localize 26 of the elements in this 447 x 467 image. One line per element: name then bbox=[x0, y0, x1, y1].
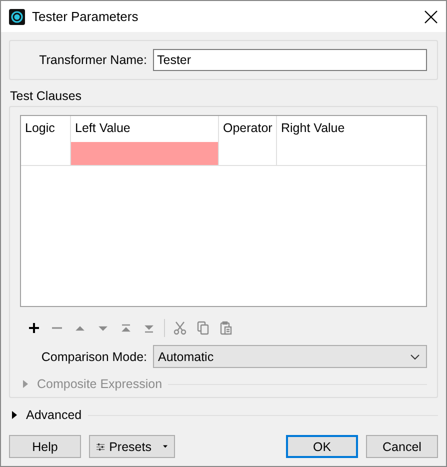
chevron-down-icon bbox=[410, 354, 420, 360]
table-cell[interactable] bbox=[71, 142, 218, 165]
column-header: Right Value bbox=[280, 120, 346, 137]
column-header: Operator bbox=[222, 120, 274, 137]
copy-icon bbox=[196, 321, 210, 335]
close-icon[interactable] bbox=[424, 10, 438, 24]
field-label: Comparison Mode: bbox=[41, 350, 147, 364]
expand-icon bbox=[22, 380, 29, 388]
expand-icon bbox=[11, 411, 18, 419]
comparison-mode-dropdown[interactable]: Automatic bbox=[153, 345, 427, 368]
dialog-button[interactable]: Presets bbox=[89, 435, 175, 458]
app-icon bbox=[9, 8, 25, 24]
advanced-toggle[interactable]: Advanced bbox=[11, 408, 82, 422]
dialog-button[interactable]: Help bbox=[9, 435, 81, 458]
paste-icon bbox=[219, 321, 233, 335]
cut-icon bbox=[173, 321, 187, 335]
window-title: Tester Parameters bbox=[32, 9, 140, 24]
column-header: Logic bbox=[24, 120, 56, 137]
dialog-button[interactable]: OK bbox=[286, 435, 358, 458]
column-header: Left Value bbox=[74, 120, 132, 137]
dialog-button[interactable]: Cancel bbox=[366, 435, 438, 458]
plus-icon bbox=[27, 321, 41, 335]
input-field[interactable]: Tester bbox=[153, 49, 427, 71]
caret-icon bbox=[163, 444, 168, 449]
field-label: Transformer Name: bbox=[39, 53, 147, 67]
group-title: Test Clauses bbox=[10, 89, 83, 103]
